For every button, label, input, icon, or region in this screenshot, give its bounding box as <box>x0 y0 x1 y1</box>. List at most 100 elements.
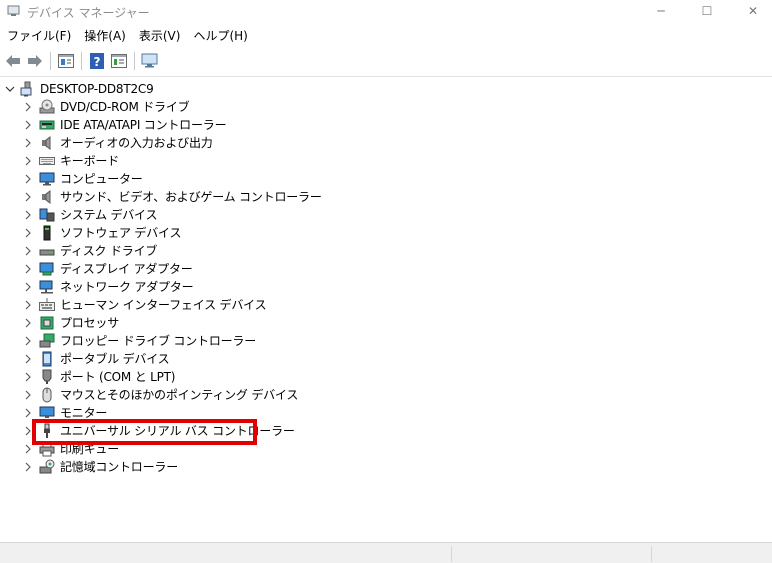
chevron-right-icon[interactable] <box>23 282 33 292</box>
tree-item[interactable]: システム デバイス <box>0 206 420 224</box>
speaker-icon <box>39 135 55 151</box>
chevron-right-icon[interactable] <box>23 390 33 400</box>
tree-item-label: オーディオの入力および出力 <box>60 136 213 150</box>
tree-item[interactable]: コンピューター <box>0 170 420 188</box>
chevron-down-icon[interactable] <box>5 84 15 94</box>
tree-item[interactable]: マウスとそのほかのポインティング デバイス <box>0 386 420 404</box>
chevron-right-icon[interactable] <box>23 462 33 472</box>
chevron-right-icon[interactable] <box>23 192 33 202</box>
computer-monitor-icon <box>39 171 55 187</box>
forward-icon <box>28 55 42 67</box>
menu-file[interactable]: ファイル(F) <box>1 26 77 46</box>
disk-drive-icon <box>39 243 55 259</box>
chevron-right-icon[interactable] <box>23 354 33 364</box>
tree-item[interactable]: IDE ATA/ATAPI コントローラー <box>0 116 420 134</box>
device-manager-app-icon <box>7 5 21 17</box>
tree-item-label: ディスク ドライブ <box>60 244 158 258</box>
network-adapter-icon <box>39 279 55 295</box>
chevron-right-icon[interactable] <box>23 138 33 148</box>
title-bar: デバイス マネージャー ─ ☐ ✕ <box>0 0 772 22</box>
floppy-controller-icon <box>39 333 55 349</box>
chevron-right-icon[interactable] <box>23 120 33 130</box>
tree-item-label: ディスプレイ アダプター <box>60 262 193 276</box>
dvd-icon <box>39 99 55 115</box>
chevron-right-icon[interactable] <box>23 102 33 112</box>
chevron-right-icon[interactable] <box>23 228 33 238</box>
scan-hardware-button[interactable] <box>140 51 160 71</box>
back-button[interactable] <box>3 51 23 71</box>
properties-button[interactable] <box>56 51 76 71</box>
chevron-right-icon[interactable] <box>23 336 33 346</box>
tree-item[interactable]: ヒューマン インターフェイス デバイス <box>0 296 420 314</box>
tree-root-label: DESKTOP-DD8T2C9 <box>40 82 154 96</box>
tree-item[interactable]: キーボード <box>0 152 420 170</box>
tree-item-label: ヒューマン インターフェイス デバイス <box>60 298 267 312</box>
help-button[interactable]: ? <box>87 51 107 71</box>
menu-view[interactable]: 表示(V) <box>133 26 187 46</box>
tree-item[interactable]: ディスク ドライブ <box>0 242 420 260</box>
view-button[interactable] <box>109 51 129 71</box>
tree-item[interactable]: サウンド、ビデオ、およびゲーム コントローラー <box>0 188 420 206</box>
portable-device-icon <box>39 351 55 367</box>
status-pane <box>451 546 651 562</box>
menu-action[interactable]: 操作(A) <box>78 26 132 46</box>
tree-item-label: ポータブル デバイス <box>60 352 170 366</box>
tree-item-label: キーボード <box>60 154 120 168</box>
view-icon <box>111 54 127 68</box>
toolbar: ? <box>0 49 772 73</box>
tree-item-label: IDE ATA/ATAPI コントローラー <box>60 118 227 132</box>
tree-item[interactable]: DVD/CD-ROM ドライブ <box>0 98 420 116</box>
chevron-right-icon[interactable] <box>23 246 33 256</box>
tree-item[interactable]: ポート (COM と LPT) <box>0 368 420 386</box>
chevron-right-icon[interactable] <box>23 210 33 220</box>
tree-item-label: ポート (COM と LPT) <box>60 370 176 384</box>
port-icon <box>39 369 55 385</box>
monitor-scan-icon <box>141 53 158 68</box>
ide-icon <box>39 117 55 133</box>
tree-item[interactable]: 記憶域コントローラー <box>0 458 420 476</box>
mouse-icon <box>39 387 55 403</box>
tree-item-label: フロッピー ドライブ コントローラー <box>60 334 257 348</box>
chevron-right-icon[interactable] <box>23 174 33 184</box>
storage-controller-icon <box>39 459 55 475</box>
chevron-right-icon[interactable] <box>23 264 33 274</box>
status-pane <box>651 546 772 562</box>
chevron-right-icon[interactable] <box>23 156 33 166</box>
maximize-button[interactable]: ☐ <box>684 0 730 22</box>
highlight-box <box>32 419 257 445</box>
tree-item-label: プロセッサ <box>60 316 120 330</box>
processor-icon <box>39 315 55 331</box>
toolbar-separator <box>134 52 135 70</box>
tree-item[interactable]: ポータブル デバイス <box>0 350 420 368</box>
tree-item-label: マウスとそのほかのポインティング デバイス <box>60 388 299 402</box>
minimize-button[interactable]: ─ <box>638 0 684 22</box>
tree-item[interactable]: オーディオの入力および出力 <box>0 134 420 152</box>
device-tree-panel: DESKTOP-DD8T2C9 DVD/CD-ROM ドライブ IDE ATA/A… <box>0 76 772 542</box>
system-device-icon <box>39 207 55 223</box>
chevron-right-icon[interactable] <box>23 318 33 328</box>
toolbar-separator <box>81 52 82 70</box>
tree-item-label: ネットワーク アダプター <box>60 280 194 294</box>
tree-item[interactable]: ネットワーク アダプター <box>0 278 420 296</box>
keyboard-icon <box>39 153 55 169</box>
computer-icon <box>20 81 36 97</box>
tree-item[interactable]: フロッピー ドライブ コントローラー <box>0 332 420 350</box>
menu-help[interactable]: ヘルプ(H) <box>187 26 253 46</box>
hid-icon <box>39 297 55 313</box>
close-button[interactable]: ✕ <box>730 0 772 22</box>
chevron-right-icon[interactable] <box>23 300 33 310</box>
tree-item-label: コンピューター <box>60 172 143 186</box>
properties-icon <box>58 54 74 68</box>
chevron-right-icon[interactable] <box>23 408 33 418</box>
chevron-right-icon[interactable] <box>23 372 33 382</box>
tree-item[interactable]: ディスプレイ アダプター <box>0 260 420 278</box>
tree-item[interactable]: ソフトウェア デバイス <box>0 224 420 242</box>
tree-item[interactable]: プロセッサ <box>0 314 420 332</box>
tree-item-label: サウンド、ビデオ、およびゲーム コントローラー <box>60 190 322 204</box>
tree-item-label: ソフトウェア デバイス <box>60 226 182 240</box>
menu-bar: ファイル(F) 操作(A) 表示(V) ヘルプ(H) <box>0 26 772 46</box>
svg-text:?: ? <box>94 55 101 69</box>
chevron-right-icon[interactable] <box>23 444 33 454</box>
tree-item-label: 記憶域コントローラー <box>60 460 179 474</box>
forward-button[interactable] <box>25 51 45 71</box>
